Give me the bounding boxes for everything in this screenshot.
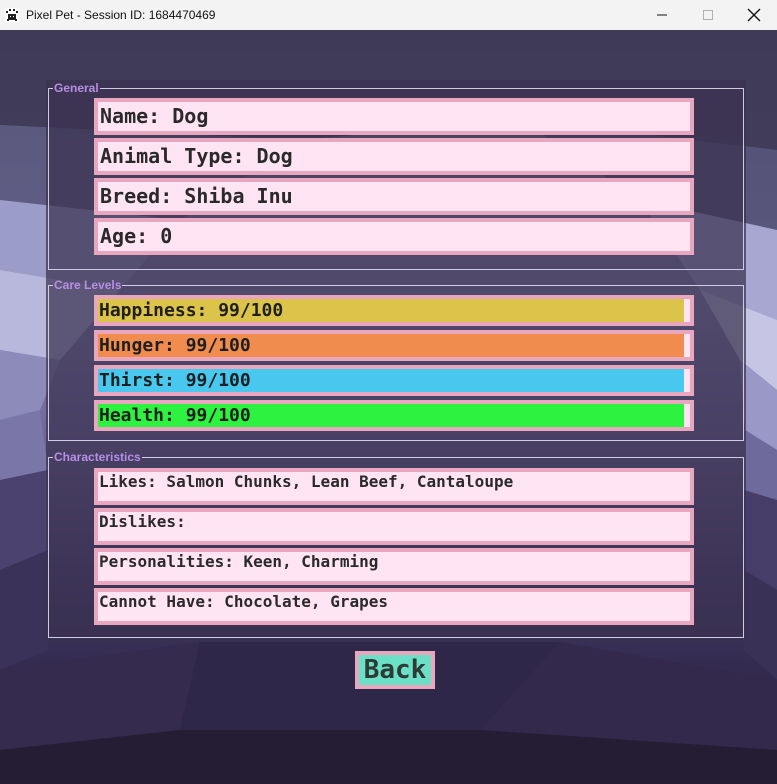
happiness-bar: Happiness: 99/100 <box>94 295 694 326</box>
breed-field: Breed: Shiba Inu <box>94 178 694 215</box>
back-button[interactable]: Back <box>355 651 435 689</box>
pixel-pet-icon <box>4 7 20 23</box>
window-controls <box>639 0 777 30</box>
maximize-icon[interactable] <box>685 0 731 30</box>
general-legend: General <box>54 81 99 95</box>
characteristics-legend: Characteristics <box>54 450 141 464</box>
health-bar: Health: 99/100 <box>94 400 694 431</box>
pixel-pet-window: Pixel Pet - Session ID: 1684470469 Gener… <box>0 0 777 784</box>
window-title: Pixel Pet - Session ID: 1684470469 <box>26 8 216 22</box>
hunger-bar: Hunger: 99/100 <box>94 330 694 361</box>
close-icon[interactable] <box>731 0 777 30</box>
likes-field: Likes: Salmon Chunks, Lean Beef, Cantalo… <box>94 468 694 505</box>
animal-type-field: Animal Type: Dog <box>94 138 694 175</box>
name-field: Name: Dog <box>94 98 694 135</box>
personalities-field: Personalities: Keen, Charming <box>94 548 694 585</box>
pet-info-panel: General Name: Dog Animal Type: Dog Breed… <box>46 80 746 642</box>
thirst-bar: Thirst: 99/100 <box>94 365 694 396</box>
age-field: Age: 0 <box>94 218 694 255</box>
dislikes-field: Dislikes: <box>94 508 694 545</box>
minimize-icon[interactable] <box>639 0 685 30</box>
care-levels-legend: Care Levels <box>54 278 122 292</box>
cannot-have-field: Cannot Have: Chocolate, Grapes <box>94 588 694 625</box>
title-bar: Pixel Pet - Session ID: 1684470469 <box>0 0 777 30</box>
